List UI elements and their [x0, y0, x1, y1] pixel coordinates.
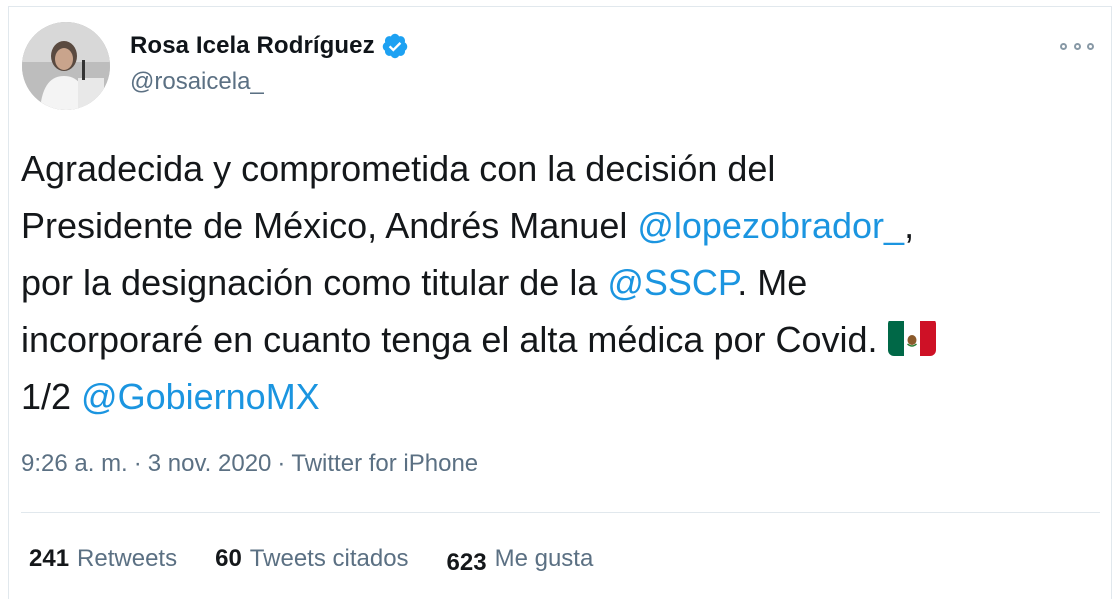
tweet-text-segment: . Me [737, 262, 808, 303]
tweet-date[interactable]: 3 nov. 2020 [148, 450, 272, 477]
quotes-label: Tweets citados [249, 545, 409, 572]
likes-stat[interactable]: 623 Me gusta [447, 545, 594, 576]
retweets-count: 241 [29, 545, 70, 572]
mention-sscp[interactable]: @SSCP [607, 262, 737, 303]
display-name-row: Rosa Icela Rodríguez [130, 30, 409, 62]
likes-label: Me gusta [494, 545, 594, 572]
display-name[interactable]: Rosa Icela Rodríguez [130, 32, 375, 60]
verified-badge-icon [381, 32, 409, 60]
tweet-line: Agradecida y comprometida con la decisió… [21, 140, 1091, 197]
avatar[interactable] [22, 22, 110, 110]
tweet-time[interactable]: 9:26 a. m. [21, 450, 128, 477]
author-handle[interactable]: @rosaicela_ [130, 68, 409, 96]
tweet-line: 1/2 @GobiernoMX [21, 368, 1091, 425]
tweet-line: por la designación como titular de la @S… [21, 254, 1091, 311]
retweets-label: Retweets [77, 545, 178, 572]
tweet-header: Rosa Icela Rodríguez @rosaicela_ [22, 22, 1100, 112]
more-dot [1073, 42, 1081, 50]
tweet-stats: 241 Retweets 60 Tweets citados 623 Me gu… [29, 545, 631, 576]
tweet-meta: 9:26 a. m. · 3 nov. 2020 · Twitter for iPhon… [21, 450, 478, 478]
more-dot [1060, 42, 1067, 50]
tweet-line: incorporaré en cuanto tenga el alta médi… [21, 311, 1091, 368]
tweet-text-segment: 1/2 [21, 376, 82, 417]
tweet-text-segment: Presidente de México, Andrés Manuel [21, 205, 638, 246]
likes-count: 623 [446, 549, 487, 576]
tweet-text-segment: , [904, 205, 915, 246]
divider [21, 512, 1100, 513]
quotes-count: 60 [215, 545, 242, 572]
tweet-text-segment: por la designación como titular de la [21, 262, 608, 303]
tweet-text-segment: incorporaré en cuanto tenga el alta médi… [21, 319, 878, 360]
author-names: Rosa Icela Rodríguez @rosaicela_ [130, 30, 409, 96]
more-options-icon[interactable] [1060, 36, 1094, 56]
tweet-source[interactable]: Twitter for iPhone [291, 450, 478, 477]
mention-lopezobrador[interactable]: @lopezobrador_ [637, 205, 904, 246]
mention-gobiernomx[interactable]: @GobiernoMX [81, 376, 320, 417]
avatar-photo [22, 22, 110, 110]
more-dot [1087, 42, 1094, 50]
mexico-flag-icon [887, 318, 936, 356]
meta-separator: · [133, 450, 142, 477]
tweet-text: Agradecida y comprometida con la decisió… [21, 140, 1091, 425]
retweets-stat[interactable]: 241 Retweets [29, 545, 177, 573]
meta-separator: · [277, 450, 286, 477]
tweet-line: Presidente de México, Andrés Manuel @lop… [21, 197, 1091, 254]
tweet-text-segment: Agradecida y comprometida con la decisió… [21, 148, 776, 189]
quotes-stat[interactable]: 60 Tweets citados [215, 545, 408, 573]
